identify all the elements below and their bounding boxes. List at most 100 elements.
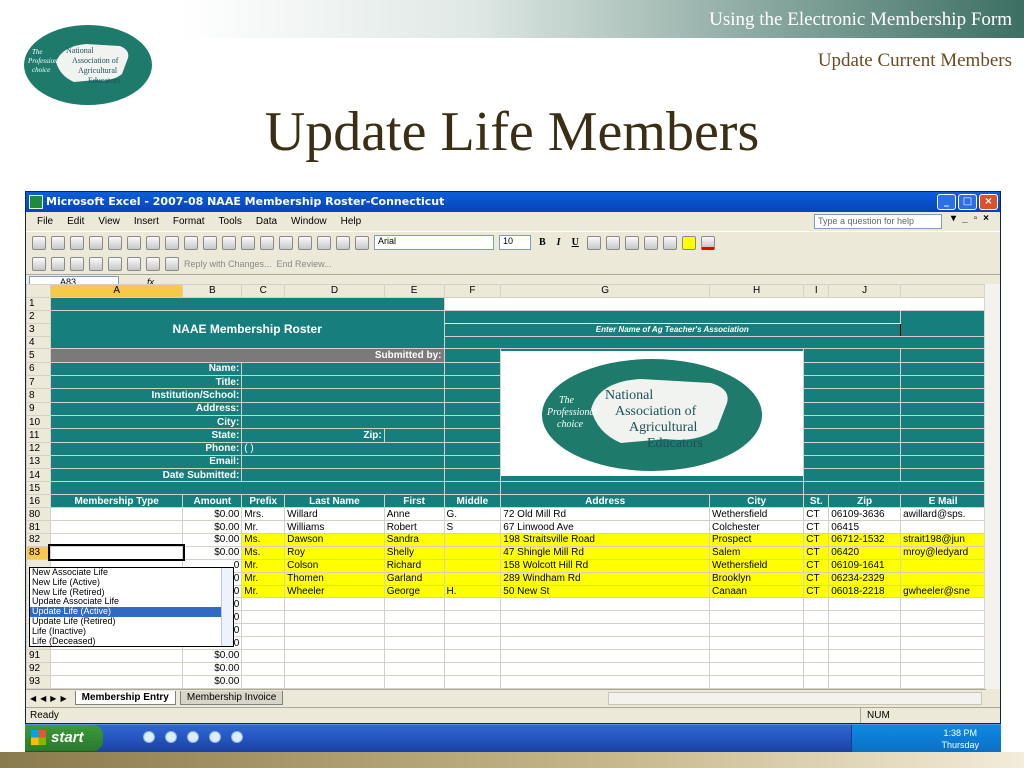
state-cell[interactable]	[803, 661, 830, 676]
row-header[interactable]: 91	[26, 649, 51, 663]
city-cell[interactable]: Prospect	[708, 533, 805, 547]
city-cell[interactable]	[708, 597, 805, 612]
state-cell[interactable]: CT	[803, 533, 830, 547]
zip-cell[interactable]	[828, 597, 902, 612]
help-search-input[interactable]: Type a question for help	[814, 214, 942, 229]
last-name-cell[interactable]	[284, 597, 385, 612]
cell[interactable]	[443, 428, 502, 443]
zip-cell[interactable]	[828, 623, 902, 638]
cell[interactable]	[900, 375, 986, 390]
state-cell[interactable]: CT	[803, 584, 830, 599]
city-cell[interactable]: Canaan	[708, 584, 805, 599]
vertical-scrollbar[interactable]	[984, 284, 1000, 689]
reply-with-changes-button[interactable]: Reply with Changes...	[184, 259, 272, 269]
state-cell[interactable]: CT	[803, 571, 830, 586]
col-header-e[interactable]: E	[383, 284, 445, 298]
tab-nav-arrows[interactable]: ◀◀▶▶	[26, 694, 71, 703]
middle-name-cell[interactable]: H.	[443, 584, 502, 599]
col-header-b[interactable]: B	[182, 284, 243, 298]
middle-name-cell[interactable]	[443, 610, 502, 625]
zip-cell[interactable]: 06109-3636	[828, 507, 902, 522]
zip-cell[interactable]: 06420	[828, 545, 902, 560]
row-header[interactable]: 81	[26, 520, 51, 535]
row-header[interactable]: 83	[26, 545, 51, 560]
email-cell[interactable]	[900, 674, 986, 689]
spelling-icon[interactable]	[165, 235, 179, 250]
assoc-name-prompt[interactable]: Enter Name of Ag Teacher's Association	[443, 322, 902, 337]
prefix-cell[interactable]	[241, 597, 286, 612]
cell[interactable]	[443, 401, 502, 416]
align-center-icon[interactable]	[605, 235, 620, 250]
city-cell[interactable]	[708, 674, 805, 689]
cell[interactable]	[443, 296, 986, 311]
cell[interactable]	[803, 454, 902, 470]
amount-cell[interactable]: $0.00	[182, 545, 243, 560]
middle-name-cell[interactable]	[443, 623, 502, 638]
cell[interactable]	[443, 454, 502, 470]
cell[interactable]	[900, 468, 986, 483]
first-name-cell[interactable]: Richard	[383, 558, 445, 573]
amount-cell[interactable]: $0.00	[182, 533, 243, 547]
chart-wizard-icon[interactable]	[336, 235, 350, 250]
review-icon-4[interactable]	[89, 256, 103, 271]
row-header[interactable]: 1	[26, 296, 51, 311]
row-header[interactable]: 5	[26, 348, 51, 363]
borders-icon[interactable]	[662, 235, 677, 250]
quicklaunch-icon-5[interactable]	[231, 731, 243, 743]
amount-cell[interactable]: $0.00	[182, 674, 243, 689]
city-cell[interactable]	[708, 649, 805, 663]
start-button[interactable]: start	[25, 725, 103, 751]
align-left-icon[interactable]	[586, 235, 601, 250]
prefix-cell[interactable]	[241, 674, 286, 689]
row-header[interactable]: 16	[26, 494, 51, 509]
zip-cell[interactable]	[828, 674, 902, 689]
state-cell[interactable]: CT	[803, 520, 830, 535]
new-icon[interactable]	[32, 235, 46, 250]
font-name-select[interactable]: Arial	[374, 235, 494, 250]
cell[interactable]	[900, 309, 986, 337]
prefix-cell[interactable]: Mrs.	[241, 507, 286, 522]
close-button[interactable]: ×	[979, 194, 998, 210]
field-input[interactable]	[241, 388, 445, 403]
middle-name-cell[interactable]	[443, 636, 502, 651]
email-icon[interactable]	[108, 235, 122, 250]
prefix-cell[interactable]: Mr.	[241, 558, 286, 573]
col-header-h[interactable]: H	[708, 284, 805, 298]
cell[interactable]	[900, 441, 986, 456]
copy-icon[interactable]	[222, 235, 236, 250]
address-cell[interactable]	[500, 636, 710, 651]
first-name-cell[interactable]	[383, 610, 445, 625]
cell[interactable]	[803, 468, 902, 483]
cell[interactable]	[900, 454, 986, 470]
first-name-cell[interactable]: George	[383, 584, 445, 599]
cut-icon[interactable]	[203, 235, 217, 250]
row-header[interactable]: 14	[26, 468, 51, 483]
state-cell[interactable]	[803, 610, 830, 625]
assoc-name-area[interactable]	[443, 309, 902, 324]
last-name-cell[interactable]: Roy	[284, 545, 385, 560]
review-icon-3[interactable]	[70, 256, 84, 271]
cell[interactable]	[443, 414, 502, 430]
cell[interactable]	[803, 361, 902, 377]
menu-file[interactable]: File	[30, 216, 60, 227]
middle-name-cell[interactable]: S	[443, 520, 502, 535]
save-icon[interactable]	[70, 235, 84, 250]
last-name-cell[interactable]: Colson	[284, 558, 385, 573]
autosum-icon[interactable]	[298, 235, 312, 250]
bold-button[interactable]: B	[536, 237, 549, 248]
address-cell[interactable]: 158 Wolcott Hill Rd	[500, 558, 710, 573]
amount-cell[interactable]: $0.00	[182, 661, 243, 676]
italic-button[interactable]: I	[554, 237, 564, 248]
hyperlink-icon[interactable]	[279, 235, 293, 250]
field-input[interactable]	[241, 375, 445, 390]
prefix-cell[interactable]: Mr.	[241, 520, 286, 535]
permission-icon[interactable]	[89, 235, 103, 250]
email-cell[interactable]	[900, 610, 986, 625]
address-cell[interactable]	[500, 597, 710, 612]
workbook-controls[interactable]: ▾_▫×	[951, 213, 995, 224]
row-header[interactable]: 13	[26, 454, 51, 470]
cell[interactable]	[900, 414, 986, 430]
menu-format[interactable]: Format	[166, 216, 212, 227]
prefix-cell[interactable]: Mr.	[241, 571, 286, 586]
last-name-cell[interactable]	[284, 636, 385, 651]
